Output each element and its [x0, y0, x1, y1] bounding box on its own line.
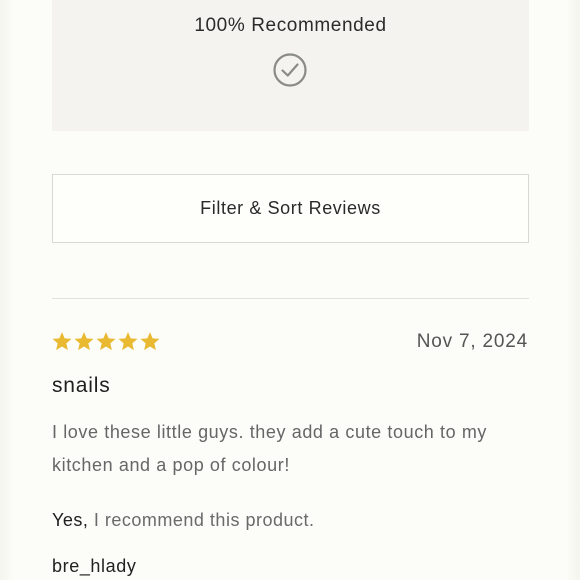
recommendation-summary: 100% Recommended	[52, 0, 529, 131]
recommend-text: I recommend this product.	[93, 510, 315, 530]
check-circle-icon	[273, 53, 307, 87]
review-body: I love these little guys. they add a cut…	[52, 422, 488, 475]
recommended-percentage: 100% Recommended	[194, 15, 387, 36]
star-icon	[52, 332, 72, 351]
star-icon	[96, 332, 116, 351]
review-title: snails	[52, 374, 111, 397]
filter-sort-reviews-button[interactable]: Filter & Sort Reviews	[52, 174, 529, 243]
recommend-yes: Yes,	[52, 510, 89, 530]
star-rating	[51, 330, 161, 353]
star-icon	[140, 332, 160, 351]
divider	[52, 298, 529, 299]
star-icon	[118, 332, 138, 351]
reviewer-name: bre_hlady	[52, 556, 137, 576]
reviews-page: 100% Recommended Filter & Sort Reviews N…	[0, 0, 580, 580]
recommendation-statement: Yes, I recommend this product.	[52, 510, 314, 531]
star-icon	[74, 332, 94, 351]
review-date: Nov 7, 2024	[416, 331, 528, 352]
